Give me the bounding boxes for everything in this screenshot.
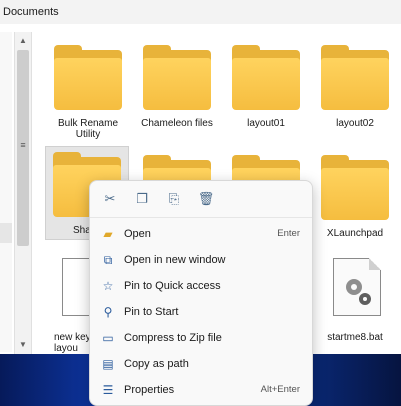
scroll-down-icon[interactable]: ▼ bbox=[15, 338, 31, 352]
navigation-pane-selected-item[interactable] bbox=[0, 223, 12, 243]
folder-item[interactable]: Bulk Rename Utility bbox=[46, 45, 130, 140]
new-window-icon: ⧉ bbox=[103, 253, 113, 267]
window-title: Documents bbox=[0, 0, 401, 24]
properties-icon: ☰ bbox=[102, 383, 114, 397]
menu-item-open-new-window[interactable]: ⧉ Open in new window bbox=[90, 247, 312, 273]
zip-icon: ▭ bbox=[102, 331, 114, 345]
file-label: new key layou bbox=[54, 332, 91, 354]
folder-icon bbox=[54, 45, 122, 110]
menu-item-open[interactable]: ▰ Open Enter bbox=[90, 221, 312, 247]
vertical-scrollbar[interactable]: ▲ ≡ ▼ bbox=[14, 32, 32, 354]
menu-separator bbox=[90, 217, 312, 218]
folder-item[interactable]: layout01 bbox=[224, 45, 308, 129]
copy-path-icon: ▤ bbox=[102, 357, 114, 371]
batch-file-icon bbox=[333, 258, 381, 316]
folder-label: layout02 bbox=[336, 118, 374, 129]
copy-icon[interactable]: ❐ bbox=[132, 189, 152, 209]
navigation-pane[interactable] bbox=[0, 32, 12, 352]
menu-item-label: Open in new window bbox=[124, 254, 226, 266]
folder-icon bbox=[321, 45, 389, 110]
grip-icon: ≡ bbox=[20, 140, 26, 150]
gear-icon bbox=[346, 279, 371, 305]
menu-item-label: Copy as path bbox=[124, 358, 189, 370]
cut-icon[interactable]: ✂ bbox=[100, 189, 120, 209]
menu-item-copy-as-path[interactable]: ▤ Copy as path bbox=[90, 351, 312, 377]
menu-item-label: Pin to Start bbox=[124, 306, 179, 318]
star-icon: ☆ bbox=[102, 279, 114, 293]
menu-item-pin-start[interactable]: ⚲ Pin to Start bbox=[90, 299, 312, 325]
menu-item-properties[interactable]: ☰ Properties Alt+Enter bbox=[90, 377, 312, 403]
context-menu-toolbar: ✂ ❐ ⎘ 🗑 bbox=[90, 181, 312, 217]
folder-item[interactable]: layout02 bbox=[313, 45, 397, 129]
folder-label: Chameleon files bbox=[141, 118, 213, 129]
menu-item-compress-zip[interactable]: ▭ Compress to Zip file bbox=[90, 325, 312, 351]
folder-label: XLaunchpad bbox=[326, 228, 384, 239]
context-menu: ✂ ❐ ⎘ 🗑 ▰ Open Enter ⧉ Open in new windo… bbox=[89, 180, 313, 406]
scroll-thumb[interactable]: ≡ bbox=[17, 50, 29, 246]
menu-item-label: Open bbox=[124, 228, 151, 240]
folder-label: Bulk Rename Utility bbox=[57, 118, 119, 140]
folder-item[interactable]: XLaunchpad bbox=[313, 155, 397, 239]
menu-item-label: Pin to Quick access bbox=[124, 280, 221, 292]
rename-icon[interactable]: ⎘ bbox=[164, 189, 184, 209]
folder-open-icon: ▰ bbox=[103, 227, 113, 241]
pin-icon: ⚲ bbox=[103, 305, 113, 319]
menu-item-shortcut: Alt+Enter bbox=[260, 384, 300, 395]
scroll-up-icon[interactable]: ▲ bbox=[15, 34, 31, 48]
delete-icon[interactable]: 🗑 bbox=[196, 189, 216, 209]
folder-label: layout01 bbox=[247, 118, 285, 129]
folder-item[interactable]: Chameleon files bbox=[135, 45, 219, 129]
menu-item-label: Properties bbox=[124, 384, 175, 396]
file-item[interactable]: startme8.bat bbox=[313, 258, 397, 354]
folder-icon bbox=[143, 45, 211, 110]
menu-item-pin-quick-access[interactable]: ☆ Pin to Quick access bbox=[90, 273, 312, 299]
folder-icon bbox=[232, 45, 300, 110]
menu-item-shortcut: Enter bbox=[277, 228, 300, 239]
file-label: startme8.bat bbox=[327, 332, 383, 343]
menu-item-label: Compress to Zip file bbox=[124, 332, 222, 344]
folder-icon bbox=[321, 155, 389, 220]
